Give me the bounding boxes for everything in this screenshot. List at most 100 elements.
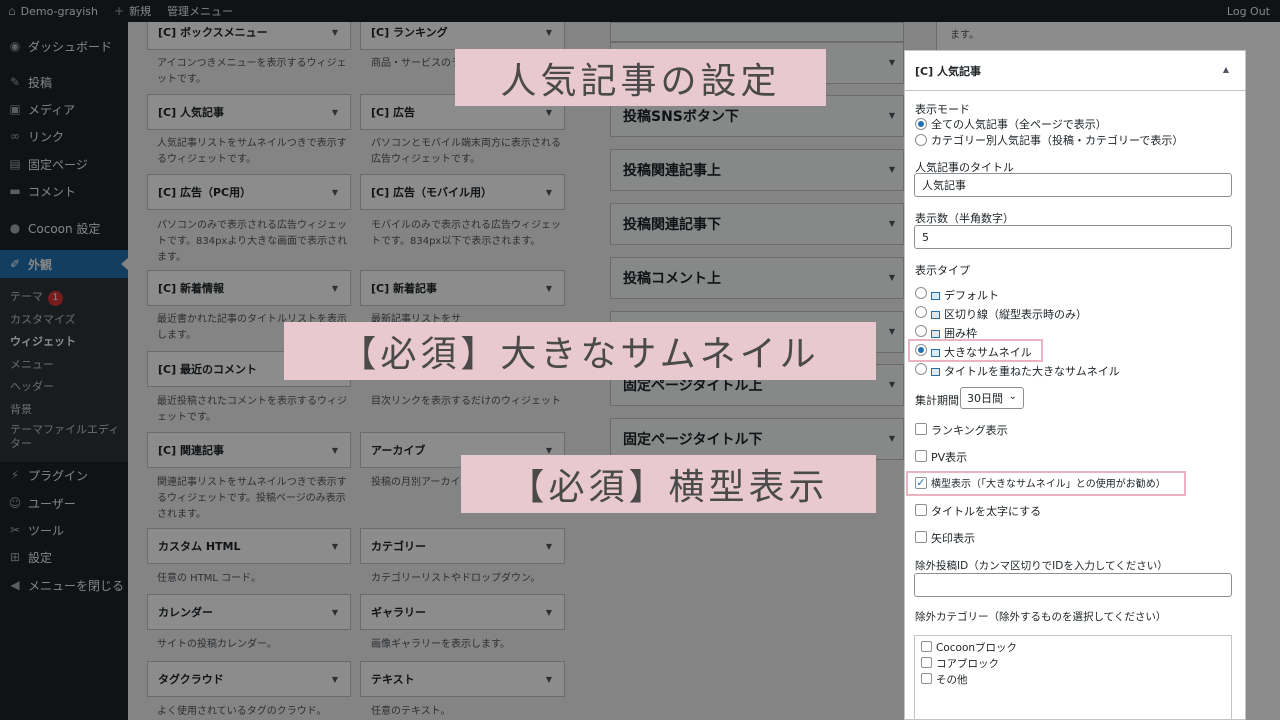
banner-required-thumbnail: 【必須】大きなサムネイル [284,322,876,380]
sidebar-area-page-title-below[interactable]: 固定ページタイトル下 ▼ [610,418,904,460]
submenu-item-widgets[interactable]: ウィジェット [10,333,76,349]
submenu-item-background[interactable]: 背景 [10,401,32,417]
arrow-up-icon[interactable]: ▲ [1223,65,1229,74]
widget-gallery[interactable]: ギャラリー ▼ [360,594,565,630]
widget-desc: 任意のテキスト。 [371,706,451,717]
type-radio-default[interactable] [915,287,927,299]
display-mode-radio-all[interactable] [915,118,927,130]
widget-text[interactable]: テキスト ▼ [360,661,565,697]
logout-label: Log Out [1226,4,1270,18]
sidebar-area[interactable] [610,22,904,42]
period-select[interactable]: 30日間 ⌄ [960,387,1024,409]
collapse-icon: ◀ [10,578,20,592]
category-checkbox[interactable] [921,641,932,652]
display-mode-radio-category[interactable] [915,134,927,146]
checkbox-label: PV表示 [931,451,968,464]
arrow-down-icon: ▼ [888,219,895,228]
category-label: Cocoonブロック [936,642,1018,654]
arrow-down-icon: ▼ [888,165,895,174]
category-item[interactable]: コアブロック [921,656,999,671]
sidebar-area-comment-above[interactable]: 投稿コメント上 ▼ [610,257,904,299]
site-name-link[interactable]: ⌂ Demo-grayish [8,4,98,18]
widget-box-menu[interactable]: [C] ボックスメニュー ▼ [147,22,351,50]
widget-custom-html[interactable]: カスタム HTML ▼ [147,528,351,564]
widget-desc: 任意の HTML コード。 [157,573,261,584]
type-radio-border[interactable] [915,325,927,337]
arrow-down-icon: ▼ [331,188,338,197]
widget-title: [C] ボックスメニュー [158,26,268,39]
widget-title: [C] ランキング [371,26,448,39]
sidebar-area-related-above[interactable]: 投稿関連記事上 ▼ [610,149,904,191]
type-option-label: 区切り線（縦型表示時のみ） [944,308,1087,321]
widget-title: [C] 新着記事 [371,282,437,295]
widget-categories[interactable]: カテゴリー ▼ [360,528,565,564]
type-option: デフォルト [931,287,999,303]
widget-new-posts[interactable]: [C] 新着記事 ▼ [360,270,565,306]
widget-tag-cloud[interactable]: タグクラウド ▼ [147,661,351,697]
widget-ad-mobile[interactable]: [C] 広告（モバイル用） ▼ [360,174,565,210]
admin-menu-label: 管理メニュー [167,5,234,18]
category-item[interactable]: その他 [921,672,968,687]
count-input[interactable]: 5 [914,225,1232,249]
sidebar-area-related-below[interactable]: 投稿関連記事下 ▼ [610,203,904,245]
sidebar-item-appearance[interactable]: ✐ 外観 [0,250,128,278]
brush-icon: ✐ [9,257,21,271]
pv-checkbox[interactable] [915,450,927,462]
type-option-label: デフォルト [944,289,999,302]
sidebar-item-pages[interactable]: ▤ 固定ページ [0,152,128,176]
page-icon: ▤ [9,157,21,171]
display-type-label: 表示タイプ [915,264,970,277]
bold-title-checkbox[interactable] [915,504,927,516]
sidebar-item-media[interactable]: ▣ メディア [0,97,128,121]
sidebar-item-users[interactable]: ☺ ユーザー [0,491,128,515]
sidebar-item-cocoon[interactable]: ● Cocoon 設定 [0,216,128,240]
widget-title: カテゴリー [371,540,426,553]
widget-calendar[interactable]: カレンダー ▼ [147,594,351,630]
widget-ad-pc[interactable]: [C] 広告（PC用） ▼ [147,174,351,210]
logout-link[interactable]: Log Out [1227,5,1270,18]
submenu-item-label: テーマ [10,290,43,303]
chevron-down-icon: ⌄ [1008,391,1017,402]
admin-bar: ⌂ Demo-grayish + 新規 管理メニュー Log Out [0,0,1280,22]
sidebar-item-plugins[interactable]: ⚡ プラグイン [0,463,128,487]
new-content-link[interactable]: + 新規 [114,3,151,19]
widget-title-input[interactable]: 人気記事 [914,173,1232,197]
sidebar-item-label: 投稿 [28,75,53,90]
sidebar-item-tools[interactable]: ✂ ツール [0,518,128,542]
submenu-item-themes[interactable]: テーマ 1 [10,288,63,306]
widget-form-header[interactable]: [C] 人気記事 ▲ [905,51,1245,91]
sidebar-collapse-button[interactable]: ◀ メニューを閉じる [0,573,128,597]
sidebar-item-posts[interactable]: ✎ 投稿 [0,70,128,94]
widget-news[interactable]: [C] 新着情報 ▼ [147,270,351,306]
exclude-ids-label: 除外投稿ID（カンマ区切りでIDを入力してください） [915,560,1168,572]
admin-menu-link[interactable]: 管理メニュー [167,3,233,19]
sidebar-item-links[interactable]: ∞ リンク [0,124,128,148]
count-label: 表示数（半角数字） [915,212,1014,225]
submenu-item-menus[interactable]: メニュー [10,356,54,372]
category-checkbox[interactable] [921,673,932,684]
widget-desc: 最近投稿されたコメントを表示するウィジェットです。 [157,396,347,423]
submenu-item-customize[interactable]: カスタマイズ [10,311,76,327]
type-option: 区切り線（縦型表示時のみ） [931,306,1087,322]
sidebar-item-label: 設定 [28,550,53,565]
arrow-down-icon: ▼ [331,108,338,117]
display-mode-option: カテゴリー別人気記事（投稿・カテゴリーで表示） [931,134,1184,147]
ranking-checkbox[interactable] [915,423,927,435]
widget-ranking[interactable]: [C] ランキング ▼ [360,22,565,50]
sidebar-item-comments[interactable]: ▬ コメント [0,179,128,203]
submenu-item-theme-editor[interactable]: テーマファイルエディター [10,423,122,451]
sidebar-item-dashboard[interactable]: ◉ ダッシュボード [0,34,128,58]
type-radio-large-thumbnail-title[interactable] [915,363,927,375]
update-badge: 1 [48,291,63,306]
widget-related-posts[interactable]: [C] 関連記事 ▼ [147,432,351,468]
submenu-item-header[interactable]: ヘッダー [10,378,54,394]
widget-desc: サイトの投稿カレンダー。 [157,639,277,650]
arrow-checkbox[interactable] [915,531,927,543]
exclude-ids-input[interactable] [914,573,1232,597]
arrow-down-icon: ▼ [545,284,552,293]
category-checkbox[interactable] [921,657,932,668]
type-radio-divider[interactable] [915,306,927,318]
category-item[interactable]: Cocoonブロック [921,640,1017,655]
widget-popular-posts[interactable]: [C] 人気記事 ▼ [147,94,351,130]
sidebar-item-settings[interactable]: ⊞ 設定 [0,545,128,569]
